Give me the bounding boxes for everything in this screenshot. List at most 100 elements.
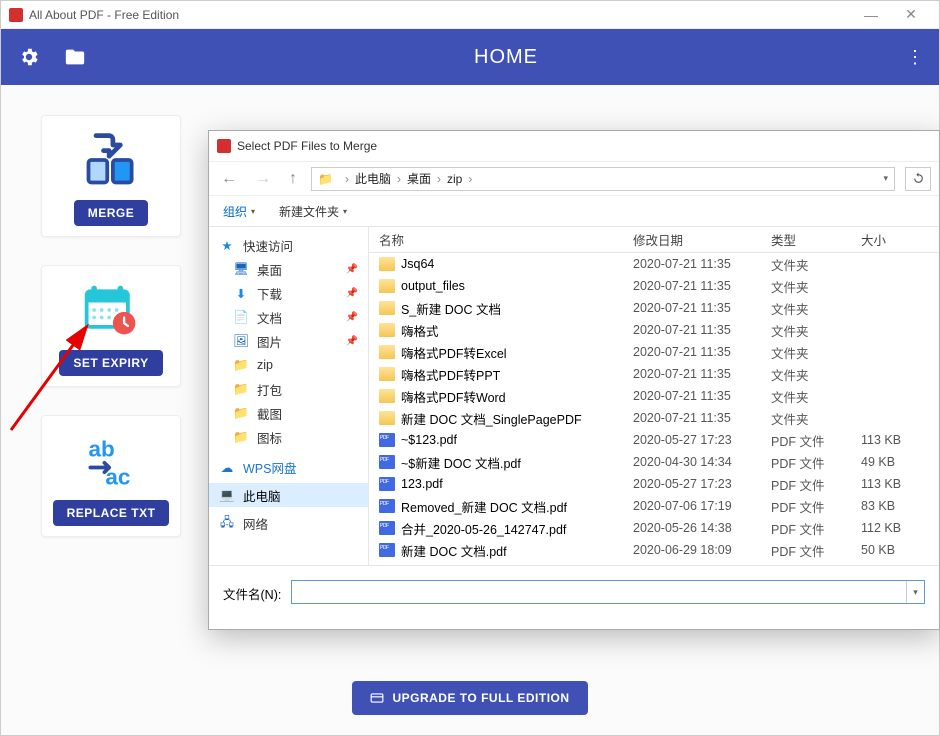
window-title: All About PDF - Free Edition xyxy=(29,8,851,22)
file-list-panel: 名称 修改日期 类型 大小 Jsq64 2020-07-21 11:35 文件夹… xyxy=(369,227,939,565)
file-row[interactable]: 嗨格式 2020-07-21 11:35 文件夹 xyxy=(369,319,939,341)
refresh-icon xyxy=(912,172,925,185)
sidebar-thispc[interactable]: 💻 此电脑 xyxy=(209,483,368,507)
upgrade-bar: UPGRADE TO FULL EDITION xyxy=(1,681,939,715)
folder-icon xyxy=(379,257,395,271)
pin-icon: 📌 xyxy=(346,312,358,323)
folder-icon xyxy=(379,389,395,403)
file-row[interactable]: 嗨格式PDF转Excel 2020-07-21 11:35 文件夹 xyxy=(369,341,939,363)
sidebar-network[interactable]: 🖧 网络 xyxy=(209,511,368,535)
sidebar-item[interactable]: 📁zip xyxy=(209,353,368,377)
nav-forward-button[interactable]: → xyxy=(251,170,275,188)
pdf-icon xyxy=(379,455,395,469)
sidebar-wps[interactable]: ☁ WPS网盘 xyxy=(209,455,368,479)
cloud-icon: ☁ xyxy=(219,459,235,475)
folder-icon xyxy=(379,411,395,425)
dialog-toolbar: 组织 新建文件夹 xyxy=(209,195,939,227)
folder-open-icon xyxy=(64,46,86,68)
overflow-menu-button[interactable]: ⋮ xyxy=(905,47,925,68)
file-row[interactable]: ~$123.pdf 2020-05-27 17:23 PDF 文件 113 KB xyxy=(369,429,939,451)
card-replace-txt: ab ac REPLACE TXT xyxy=(41,415,181,537)
file-row[interactable]: S_新建 DOC 文档 2020-07-21 11:35 文件夹 xyxy=(369,297,939,319)
pin-icon: 📌 xyxy=(346,288,358,299)
crumb-0[interactable]: 此电脑 xyxy=(355,170,391,187)
svg-text:ab: ab xyxy=(89,436,115,461)
dialog-title: Select PDF Files to Merge xyxy=(237,139,377,153)
dialog-sidebar: ★ 快速访问 🖥桌面📌⬇下载📌📄文档📌🖼图片📌📁zip📁打包📁截图📁图标 ☁ W… xyxy=(209,227,369,565)
file-open-dialog: Select PDF Files to Merge ← → ↑ 📁 › 此电脑 … xyxy=(208,130,940,630)
calendar-clock-icon xyxy=(79,278,143,342)
folder-icon xyxy=(379,279,395,293)
file-row[interactable]: 新建 DOC 文档_SinglePagePDF 2020-07-21 11:35… xyxy=(369,407,939,429)
pin-icon: 📌 xyxy=(346,336,358,347)
folder-icon: 📁 xyxy=(233,357,249,373)
sidebar-item[interactable]: 📁截图 xyxy=(209,401,368,425)
download-icon: ⬇ xyxy=(233,285,249,301)
col-size[interactable]: 大小 xyxy=(861,230,939,249)
pdf-icon xyxy=(379,499,395,513)
merge-button[interactable]: MERGE xyxy=(74,200,149,226)
minimize-button[interactable]: — xyxy=(851,7,891,23)
pdf-icon xyxy=(379,433,395,447)
file-row[interactable]: 合并_2020-05-26_142747.pdf 2020-05-26 14:3… xyxy=(369,517,939,539)
folder-icon xyxy=(379,301,395,315)
dialog-body: ★ 快速访问 🖥桌面📌⬇下载📌📄文档📌🖼图片📌📁zip📁打包📁截图📁图标 ☁ W… xyxy=(209,227,939,565)
nav-back-button[interactable]: ← xyxy=(217,170,241,188)
nav-up-button[interactable]: ↑ xyxy=(285,170,301,188)
col-type[interactable]: 类型 xyxy=(771,230,861,249)
upgrade-label: UPGRADE TO FULL EDITION xyxy=(392,691,569,705)
app-icon xyxy=(9,8,23,22)
dialog-nav: ← → ↑ 📁 › 此电脑 › 桌面 › zip › ▾ xyxy=(209,161,939,195)
file-row[interactable]: Removed_新建 DOC 文档.pdf 2020-07-06 17:19 P… xyxy=(369,495,939,517)
open-folder-button[interactable] xyxy=(61,43,89,71)
folder-icon: 📁 xyxy=(233,429,249,445)
col-date[interactable]: 修改日期 xyxy=(633,230,771,249)
crumb-1[interactable]: 桌面 xyxy=(407,170,431,187)
file-row[interactable]: 嗨格式PDF转Word 2020-07-21 11:35 文件夹 xyxy=(369,385,939,407)
breadcrumb[interactable]: 📁 › 此电脑 › 桌面 › zip › ▾ xyxy=(311,167,895,191)
sidebar-item[interactable]: 🖼图片📌 xyxy=(209,329,368,353)
sidebar-item[interactable]: 📁打包 xyxy=(209,377,368,401)
sidebar-item[interactable]: 📄文档📌 xyxy=(209,305,368,329)
sidebar-quickaccess[interactable]: ★ 快速访问 xyxy=(209,233,368,257)
pdf-icon xyxy=(379,521,395,535)
file-row[interactable]: ~$新建 DOC 文档.pdf 2020-04-30 14:34 PDF 文件 … xyxy=(369,451,939,473)
network-icon: 🖧 xyxy=(219,515,235,531)
path-dropdown[interactable]: ▾ xyxy=(883,173,888,184)
filename-dropdown[interactable]: ▾ xyxy=(906,581,924,603)
sidebar-item[interactable]: 🖥桌面📌 xyxy=(209,257,368,281)
file-row[interactable]: 123.pdf 2020-05-27 17:23 PDF 文件 113 KB xyxy=(369,473,939,495)
file-row[interactable]: 嗨格式PDF转PPT 2020-07-21 11:35 文件夹 xyxy=(369,363,939,385)
folder-icon xyxy=(379,367,395,381)
close-button[interactable]: ✕ xyxy=(891,6,931,23)
sidebar-item[interactable]: 📁图标 xyxy=(209,425,368,449)
page-title: HOME xyxy=(474,46,538,69)
folder-icon xyxy=(379,323,395,337)
pdf-icon xyxy=(379,543,395,557)
replace-txt-button[interactable]: REPLACE TXT xyxy=(53,500,170,526)
card-merge: MERGE xyxy=(41,115,181,237)
pc-icon: 💻 xyxy=(219,487,235,503)
file-row[interactable]: 新建 DOC 文档.pdf 2020-06-29 18:09 PDF 文件 50… xyxy=(369,539,939,561)
crumb-2[interactable]: zip xyxy=(447,172,462,186)
card-set-expiry: SET EXPIRY xyxy=(41,265,181,387)
folder-icon xyxy=(379,345,395,359)
col-name[interactable]: 名称 xyxy=(379,230,633,249)
refresh-button[interactable] xyxy=(905,167,931,191)
filename-combo: ▾ xyxy=(291,580,925,604)
settings-button[interactable] xyxy=(15,43,43,71)
file-row[interactable]: output_files 2020-07-21 11:35 文件夹 xyxy=(369,275,939,297)
upgrade-button[interactable]: UPGRADE TO FULL EDITION xyxy=(352,681,587,715)
folder-icon: 📁 xyxy=(318,172,333,186)
filename-input[interactable] xyxy=(292,581,906,603)
doc-icon: 📄 xyxy=(233,309,249,325)
titlebar: All About PDF - Free Edition — ✕ xyxy=(1,1,939,29)
file-row[interactable]: Jsq64 2020-07-21 11:35 文件夹 xyxy=(369,253,939,275)
star-icon: ★ xyxy=(219,237,235,253)
set-expiry-button[interactable]: SET EXPIRY xyxy=(59,350,162,376)
organize-menu[interactable]: 组织 xyxy=(223,203,255,220)
file-list[interactable]: Jsq64 2020-07-21 11:35 文件夹 output_files … xyxy=(369,253,939,565)
new-folder-button[interactable]: 新建文件夹 xyxy=(279,203,347,220)
svg-text:ac: ac xyxy=(105,464,130,489)
sidebar-item[interactable]: ⬇下载📌 xyxy=(209,281,368,305)
